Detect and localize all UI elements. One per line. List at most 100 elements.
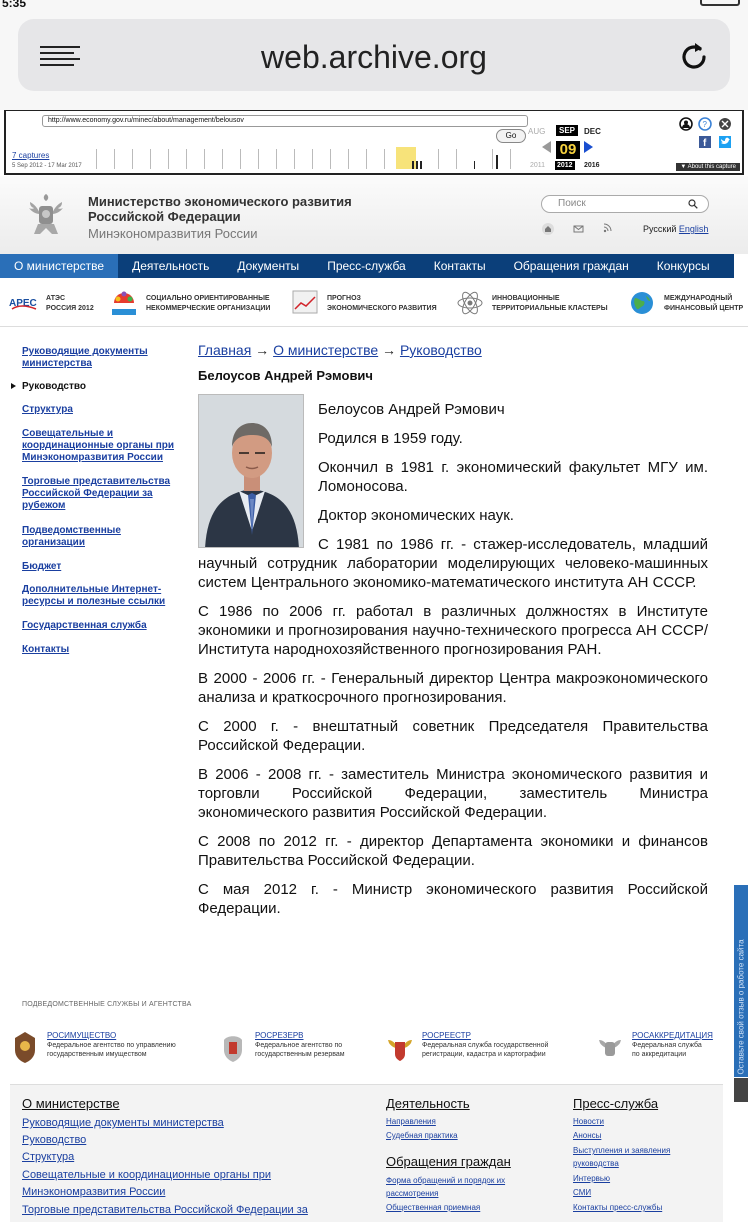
year-next[interactable]: 2016 [584,162,600,169]
sidebar-item-internet-resources[interactable]: Дополнительные Интернет-ресурсы и полезн… [22,584,184,608]
breadcrumb: Главная → О министерстве → Руководство [198,342,482,358]
nav-about[interactable]: О министерстве [0,254,119,278]
footer-activity-heading[interactable]: Деятельность [386,1096,470,1111]
help-icon[interactable]: ? [698,117,712,131]
status-bar: 5:35 [0,0,748,10]
capture-timeline[interactable] [96,145,526,169]
footer-about-heading[interactable]: О министерстве [22,1096,120,1111]
bio-paragraph: С 1986 по 2006 гг. работал в различных д… [198,603,708,658]
sidebar-item-civil-service[interactable]: Государственная служба [22,620,184,632]
footer-link[interactable]: Интервью [573,1174,610,1183]
reload-icon[interactable] [676,39,712,75]
feedback-tab-secondary[interactable] [734,1078,748,1102]
captures-link[interactable]: 7 captures [12,151,49,160]
nav-press[interactable]: Пресс-служба [313,254,420,278]
agency-name[interactable]: РОСРЕЗЕРВ [255,1031,304,1040]
year-current: 2012 [555,161,575,170]
sidebar-item-trade-missions[interactable]: Торговые представительства Российской Фед… [22,476,184,512]
coat-of-arms-icon[interactable] [20,188,72,240]
bio-paragraph: С 2000 г. - внештатный советник Председа… [198,718,708,754]
banner-finance-label: МЕЖДУНАРОДНЫЙ ФИНАНСОВЫЙ ЦЕНТР [664,295,744,312]
footer-link[interactable]: руководства [573,1159,619,1168]
nav-documents[interactable]: Документы [223,254,313,278]
footer-link[interactable]: Совещательные и координационные органы п… [22,1169,271,1181]
language-switch: Русский English [643,224,708,234]
close-icon[interactable] [719,118,731,130]
sidebar-item-structure[interactable]: Структура [22,404,184,416]
forecast-chart-icon [292,290,318,314]
agency-name[interactable]: РОСАККРЕДИТАЦИЯ [632,1031,713,1040]
footer-link[interactable]: Торговые представительства Российской Фе… [22,1204,308,1216]
org-name-line1: Министерство экономического развития [88,194,352,209]
agency-name[interactable]: РОСРЕЕСТР [422,1031,471,1040]
footer-link[interactable]: Контакты пресс-службы [573,1203,662,1212]
nko-icon [112,291,136,315]
sidebar-item-guiding-documents[interactable]: Руководящие документы министерства [22,346,184,370]
facebook-icon[interactable]: f [699,136,711,149]
nav-contacts[interactable]: Контакты [420,254,500,278]
footer-link[interactable]: Анонсы [573,1131,601,1140]
captures-range: 5 Sep 2012 - 17 Mar 2017 [12,163,82,169]
year-prev[interactable]: 2011 [530,162,545,169]
wayback-go-button[interactable]: Go [496,129,526,143]
footer-link[interactable]: Форма обращений и порядок их [386,1176,505,1185]
breadcrumb-home[interactable]: Главная [198,342,251,358]
banner-forecast[interactable]: ПРОГНОЗ ЭКОНОМИЧЕСКОГО РАЗВИТИЯ [289,287,449,321]
sidebar-item-subordinate-orgs[interactable]: Подведомственные организации [22,525,184,549]
wayback-url-input[interactable]: http://www.economy.gov.ru/minec/about/ma… [42,115,528,127]
bio-born: Родился в 1959 году. [318,430,463,447]
footer-press-heading[interactable]: Пресс-служба [573,1096,658,1111]
bio-education: Окончил в 1981 г. экономический факульте… [318,459,708,495]
footer-link[interactable]: Выступления и заявления [573,1146,670,1155]
banner-apec-label: АТЭС РОССИЯ 2012 [46,295,94,312]
site-search-input[interactable]: Поиск [541,195,709,213]
footer-link[interactable]: рассмотрения [386,1189,438,1198]
month-next[interactable]: DEC [584,127,601,136]
prev-capture-arrow-icon[interactable] [542,141,551,153]
agency-desc: Федеральное агентство по управлению госуд… [47,1042,176,1058]
mail-icon[interactable] [573,225,584,233]
rss-icon[interactable] [603,223,612,233]
footer-link[interactable]: Руководство [22,1134,86,1146]
footer-link[interactable]: Направления [386,1117,436,1126]
breadcrumb-about[interactable]: О министерстве [273,342,378,358]
footer: О министерстве Руководящие документы мин… [10,1084,723,1222]
footer-appeals-heading[interactable]: Обращения граждан [386,1154,511,1169]
status-time: 5:35 [2,0,27,10]
banner-nko[interactable]: СОЦИАЛЬНО ОРИЕНТИРОВАННЫЕ НЕКОММЕРЧЕСКИЕ … [108,287,284,321]
account-icon[interactable] [679,117,693,131]
banner-apec[interactable]: APEC АТЭС РОССИЯ 2012 [8,287,108,321]
twitter-icon[interactable] [719,136,731,148]
nav-appeals[interactable]: Обращения граждан [500,254,643,278]
feedback-tab[interactable]: Оставьте свой отзыв о работе сайта [734,885,748,1077]
footer-link[interactable]: СМИ [573,1188,591,1197]
footer-link[interactable]: Минэкономразвития России [22,1186,165,1198]
search-icon[interactable] [688,199,698,209]
address-url[interactable]: web.archive.org [18,39,730,76]
breadcrumb-management[interactable]: Руководство [400,342,482,358]
sidebar-item-management[interactable]: Руководство [22,381,184,393]
svg-text:?: ? [703,120,708,129]
sidebar-item-advisory-bodies[interactable]: Совещательные и координационные органы пр… [22,428,184,464]
footer-link[interactable]: Общественная приемная [386,1203,480,1212]
next-capture-arrow-icon[interactable] [584,141,593,153]
footer-link[interactable]: Судебная практика [386,1131,458,1140]
agency-name[interactable]: РОСИМУЩЕСТВО [47,1031,116,1040]
banner-forecast-label: ПРОГНОЗ ЭКОНОМИЧЕСКОГО РАЗВИТИЯ [327,295,437,312]
nav-contests[interactable]: Конкурсы [643,254,724,278]
address-bar[interactable]: web.archive.org [18,19,730,91]
footer-link[interactable]: Новости [573,1117,604,1126]
footer-link[interactable]: Структура [22,1151,74,1163]
sidebar-item-contacts[interactable]: Контакты [22,644,184,656]
month-prev[interactable]: AUG [528,127,545,136]
day-current: 09 [556,141,580,159]
banner-finance-center[interactable]: МЕЖДУНАРОДНЫЙ ФИНАНСОВЫЙ ЦЕНТР [626,287,748,321]
nav-activity[interactable]: Деятельность [118,254,223,278]
lang-en-link[interactable]: English [679,224,709,234]
footer-link[interactable]: Руководящие документы министерства [22,1117,224,1129]
home-icon[interactable] [542,223,554,235]
about-capture-button[interactable]: ▼ About this capture [676,163,740,171]
banner-clusters[interactable]: ИННОВАЦИОННЫЕ ТЕРРИТОРИАЛЬНЫЕ КЛАСТЕРЫ [454,287,624,321]
sidebar-item-budget[interactable]: Бюджет [22,561,184,573]
agency-emblem-icon [599,1040,621,1056]
